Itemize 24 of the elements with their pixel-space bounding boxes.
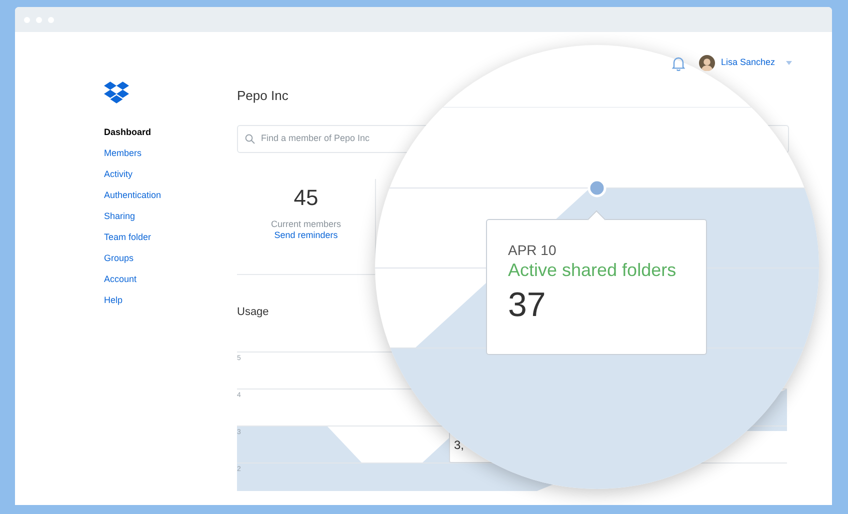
section-title: Usage xyxy=(237,305,269,320)
sidebar-item[interactable]: Groups xyxy=(104,251,134,265)
caret-icon[interactable] xyxy=(786,61,792,65)
sidebar-item[interactable]: Sharing xyxy=(104,209,136,223)
logo-icon xyxy=(104,81,129,106)
sidebar-item[interactable]: Help xyxy=(104,293,123,307)
sidebar-item[interactable]: Authentication xyxy=(104,188,162,202)
tooltip-metric: Active shared folders xyxy=(508,259,676,281)
search-icon xyxy=(245,134,255,144)
sidebar-item[interactable]: Dashboard xyxy=(104,125,152,139)
send-reminders-link[interactable]: Send reminders xyxy=(274,230,338,241)
sidebar-item[interactable]: Account xyxy=(104,272,137,286)
user-name[interactable]: Lisa Sanchez xyxy=(720,56,775,70)
bell-icon[interactable] xyxy=(672,56,685,70)
sidebar-item[interactable]: Team folder xyxy=(104,230,152,244)
stat-value: 45 xyxy=(294,185,318,211)
sidebar-item[interactable]: Members xyxy=(104,146,142,160)
tooltip-value: 37 xyxy=(508,285,546,325)
page-title: Pepo Inc xyxy=(237,88,288,104)
sidebar-item[interactable]: Activity xyxy=(104,167,133,181)
data-point-icon xyxy=(587,178,607,198)
avatar-icon[interactable] xyxy=(698,55,715,71)
tooltip-date: APR 10 xyxy=(508,242,556,259)
stat-label: Current members xyxy=(270,219,342,230)
